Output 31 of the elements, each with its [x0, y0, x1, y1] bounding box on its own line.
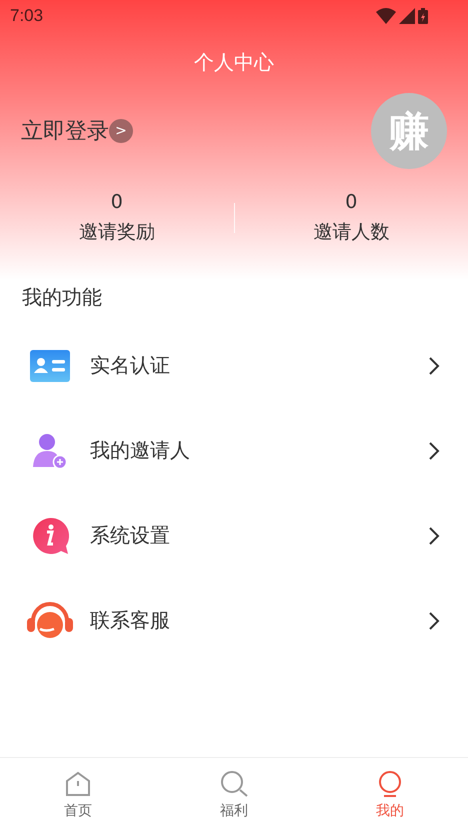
battery-icon: [418, 8, 428, 24]
page-title: 个人中心: [193, 49, 275, 76]
person-add-icon: [32, 432, 68, 468]
tab-button[interactable]: 福利: [156, 758, 312, 832]
menu-item[interactable]: 联系客服: [0, 578, 468, 663]
info-icon: [31, 516, 69, 554]
stat-label: 邀请奖励: [78, 220, 155, 245]
stat-value: 0: [345, 191, 358, 213]
section-title: 我的功能: [21, 284, 103, 311]
chevron-icon: [428, 440, 440, 460]
wifi-icon: [376, 8, 396, 24]
signal-icon: [399, 8, 415, 24]
chevron-icon: [428, 356, 440, 376]
login-link[interactable]: 立即登录: [21, 116, 109, 146]
arrow-badge[interactable]: >: [109, 119, 133, 143]
headset-icon: [26, 600, 74, 640]
status-time: 7:03: [10, 6, 44, 26]
id-card-icon: [30, 350, 70, 382]
person-icon: [376, 770, 404, 798]
chevron-icon: [428, 610, 440, 630]
tab-button[interactable]: 首页: [0, 758, 156, 832]
stat-value: 0: [110, 191, 123, 213]
chevron-icon: [428, 526, 440, 546]
home-icon: [64, 770, 92, 798]
search-icon: [220, 770, 248, 798]
menu-item[interactable]: 我的邀请人: [0, 408, 468, 493]
avatar-badge: 赚: [371, 93, 447, 169]
stat-label: 邀请人数: [313, 220, 390, 245]
tab-button[interactable]: 我的: [312, 758, 468, 832]
menu-item[interactable]: 系统设置: [0, 493, 468, 578]
menu-item[interactable]: 实名认证: [0, 323, 468, 408]
